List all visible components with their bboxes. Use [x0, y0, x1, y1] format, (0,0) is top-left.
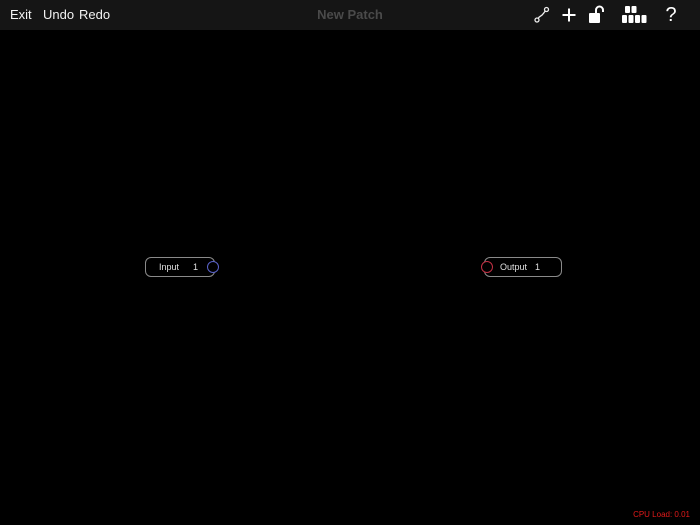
output-node-channel: 1 — [535, 262, 541, 272]
redo-button[interactable]: Redo — [79, 0, 110, 30]
input-node-outlet-port[interactable] — [207, 261, 219, 273]
input-node-label: Input — [159, 262, 180, 272]
plus-icon-glyph — [562, 8, 576, 22]
output-node-inlet-port[interactable] — [481, 261, 493, 273]
exit-button[interactable]: Exit — [10, 0, 32, 30]
modules-icon-glyph — [622, 6, 647, 23]
cable-icon-glyph — [534, 6, 550, 23]
cpu-load-status: CPU Load: 0.01 — [633, 510, 690, 519]
help-icon[interactable]: ? — [660, 4, 682, 26]
patch-editor: Exit Undo Redo New Patch ? Input 1 Outpu… — [0, 0, 700, 525]
plus-icon[interactable] — [558, 4, 580, 26]
input-node-channel: 1 — [193, 262, 199, 272]
modules-icon[interactable] — [621, 4, 647, 26]
output-node[interactable]: Output 1 — [484, 257, 562, 277]
unlock-icon[interactable] — [586, 4, 608, 26]
patch-title: New Patch — [317, 7, 383, 22]
undo-button[interactable]: Undo — [43, 0, 74, 30]
unlock-icon-glyph — [589, 5, 604, 23]
cable-icon[interactable] — [531, 4, 553, 26]
toolbar: Exit Undo Redo New Patch ? — [0, 0, 700, 30]
input-node[interactable]: Input 1 — [145, 257, 215, 277]
output-node-label: Output — [500, 262, 528, 272]
